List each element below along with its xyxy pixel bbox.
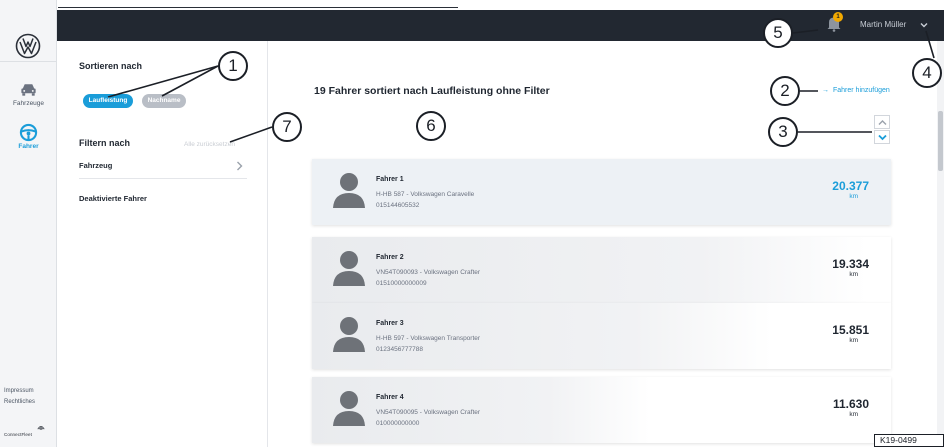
sidebar-item-vehicles[interactable]: Fahrzeuge: [0, 74, 57, 122]
mileage-value: 11.630: [832, 397, 869, 411]
mileage-value: 15.851: [832, 323, 869, 337]
driver-vehicle: H-HB 587 - Volkswagen Caravelle: [376, 191, 475, 198]
vw-logo-icon: [15, 33, 41, 59]
user-menu[interactable]: Martin Müller: [860, 20, 906, 29]
notification-badge: 1: [833, 12, 843, 22]
driver-card[interactable]: Fahrer 2 VN54T090093 - Volkswagen Crafte…: [312, 237, 891, 303]
callout-1: 1: [218, 51, 248, 81]
fleet-app: Fahrzeuge Fahrer Impressum Rechtliches C…: [0, 0, 944, 447]
mileage-unit: km: [849, 193, 858, 200]
sort-lastname-button[interactable]: Nachname: [142, 94, 186, 108]
signal-icon: [37, 426, 45, 430]
mileage-unit: km: [849, 271, 858, 278]
callout-6: 6: [416, 111, 446, 141]
driver-name: Fahrer 1: [376, 176, 404, 183]
legal-link[interactable]: Rechtliches: [4, 399, 35, 405]
driver-mileage: 11.630 km: [799, 397, 869, 418]
driver-mileage: 19.334 km: [799, 257, 869, 278]
scrollbar[interactable]: [937, 41, 944, 447]
driver-mileage: 15.851 km: [799, 323, 869, 344]
filter-deactivated-row[interactable]: Deaktivierte Fahrer: [79, 186, 247, 212]
chevron-down-icon: [878, 134, 887, 141]
sort-ascending-button[interactable]: [874, 115, 890, 129]
callout-2: 2: [770, 76, 800, 106]
sort-descending-button[interactable]: [874, 130, 890, 144]
driver-card[interactable]: Fahrer 1 H-HB 587 - Volkswagen Caravelle…: [312, 159, 891, 225]
callout-3: 3: [768, 117, 798, 147]
mileage-value: 20.377: [832, 179, 869, 193]
driver-name: Fahrer 2: [376, 254, 404, 261]
avatar-icon: [333, 391, 365, 426]
driver-phone: 0123456777788: [376, 346, 423, 353]
impressum-link[interactable]: Impressum: [4, 388, 34, 394]
sidebar-item-label: Fahrzeuge: [12, 100, 45, 107]
driver-phone: 01510000000009: [376, 280, 427, 287]
sidebar-item-label: Fahrer: [18, 143, 39, 150]
filter-deactivated-label: Deaktivierte Fahrer: [79, 194, 147, 203]
avatar-icon: [333, 173, 365, 208]
driver-name: Fahrer 4: [376, 394, 404, 401]
add-driver-label: Fahrer hinzufügen: [833, 87, 890, 94]
driver-mileage: 20.377 km: [799, 179, 869, 200]
chevron-right-icon: [237, 161, 243, 171]
driver-list-main: 19 Fahrer sortiert nach Laufleistung ohn…: [269, 41, 944, 447]
car-icon: [21, 84, 36, 96]
avatar-icon: [333, 251, 365, 286]
driver-phone: 010000000000: [376, 420, 420, 427]
page-title: 19 Fahrer sortiert nach Laufleistung ohn…: [314, 85, 550, 97]
driver-name: Fahrer 3: [376, 320, 404, 327]
callout-7: 7: [272, 112, 302, 142]
driver-phone: 015144605532: [376, 202, 420, 209]
callout-4: 4: [912, 58, 942, 88]
mileage-unit: km: [849, 411, 858, 418]
mileage-unit: km: [849, 337, 858, 344]
steering-wheel-icon: [19, 123, 38, 142]
connect-fleet-logo: ConnectFleet: [4, 422, 48, 438]
avatar-icon: [333, 317, 365, 352]
sort-mileage-button[interactable]: Laufleistung: [83, 94, 133, 108]
filter-vehicle-row[interactable]: Fahrzeug: [79, 153, 247, 179]
mileage-value: 19.334: [832, 257, 869, 271]
sort-direction-toggle: [874, 115, 890, 145]
reset-filters-link[interactable]: Alle zurücksetzen: [184, 141, 235, 148]
sidebar-item-drivers[interactable]: Fahrer: [0, 117, 57, 165]
logo-cell: [0, 10, 57, 62]
driver-vehicle: H-HB 597 - Volkswagen Transporter: [376, 335, 481, 342]
chevron-down-icon[interactable]: [920, 21, 928, 29]
driver-card[interactable]: Fahrer 4 VN54T090095 - Volkswagen Crafte…: [312, 377, 891, 443]
chevron-up-icon: [878, 120, 887, 125]
filter-vehicle-label: Fahrzeug: [79, 161, 113, 170]
top-bar: 1 Martin Müller: [57, 10, 944, 41]
figure-reference-code: K19-0499: [874, 434, 944, 447]
driver-vehicle: VN54T090095 - Volkswagen Crafter: [376, 409, 481, 416]
callout-5: 5: [763, 18, 793, 48]
add-driver-link[interactable]: → Fahrer hinzufügen: [822, 87, 890, 94]
arrow-right-icon: →: [822, 87, 829, 94]
scrollbar-thumb[interactable]: [938, 111, 943, 171]
connect-fleet-wordmark: ConnectFleet: [4, 432, 32, 437]
filter-title: Filtern nach: [79, 138, 131, 148]
sidebar-rail: Fahrzeuge Fahrer Impressum Rechtliches C…: [0, 0, 57, 447]
driver-vehicle: VN54T090093 - Volkswagen Crafter: [376, 269, 481, 276]
sort-title: Sortieren nach: [79, 61, 143, 71]
driver-card[interactable]: Fahrer 3 H-HB 597 - Volkswagen Transport…: [312, 303, 891, 369]
filter-panel: Sortieren nach Laufleistung Nachname Fil…: [58, 41, 268, 447]
